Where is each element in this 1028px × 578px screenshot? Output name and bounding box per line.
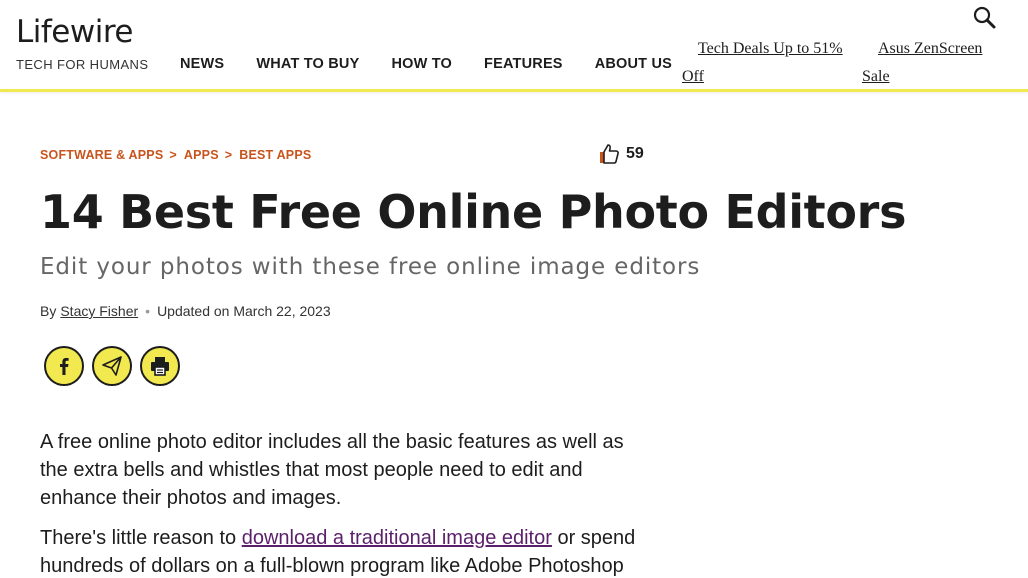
promo-link-asus-sale[interactable]: Asus ZenScreen Sale bbox=[862, 35, 1002, 91]
share-print-button[interactable] bbox=[140, 346, 180, 386]
article-body: A free online photo editor includes all … bbox=[40, 428, 650, 578]
promo-link-tech-deals[interactable]: Tech Deals Up to 51% Off bbox=[682, 35, 862, 91]
site-logo[interactable]: Lifewire bbox=[16, 14, 133, 50]
breadcrumb-separator: > bbox=[224, 148, 233, 162]
thumbs-up-icon bbox=[600, 144, 619, 164]
updated-date: Updated on March 22, 2023 bbox=[157, 303, 331, 319]
nav-what-to-buy[interactable]: WHAT TO BUY bbox=[256, 56, 359, 72]
byline-prefix: By bbox=[40, 303, 57, 319]
article-subtitle: Edit your photos with these free online … bbox=[40, 254, 701, 280]
search-button[interactable] bbox=[972, 5, 998, 31]
email-icon bbox=[102, 356, 122, 376]
article-title: 14 Best Free Online Photo Editors bbox=[40, 185, 907, 239]
breadcrumb-apps[interactable]: APPS bbox=[184, 148, 219, 162]
article-byline: By Stacy Fisher • Updated on March 22, 2… bbox=[40, 303, 331, 319]
search-icon bbox=[973, 6, 996, 29]
article-paragraph: There's little reason to download a trad… bbox=[40, 524, 650, 578]
article-paragraph: A free online photo editor includes all … bbox=[40, 431, 624, 509]
breadcrumb: SOFTWARE & APPS > APPS > BEST APPS bbox=[40, 148, 311, 162]
main-nav: NEWS WHAT TO BUY HOW TO FEATURES ABOUT U… bbox=[180, 56, 704, 72]
breadcrumb-separator: > bbox=[169, 148, 177, 162]
like-button[interactable]: 59 bbox=[598, 143, 644, 165]
print-icon bbox=[151, 357, 169, 376]
facebook-icon bbox=[60, 358, 69, 375]
inline-link-image-editor[interactable]: download a traditional image editor bbox=[242, 527, 552, 549]
like-count: 59 bbox=[626, 145, 644, 162]
author-link[interactable]: Stacy Fisher bbox=[60, 303, 138, 319]
nav-about-us[interactable]: ABOUT US bbox=[595, 56, 672, 72]
nav-features[interactable]: FEATURES bbox=[484, 56, 563, 72]
share-bar bbox=[44, 346, 188, 386]
share-facebook-button[interactable] bbox=[44, 346, 84, 386]
share-email-button[interactable] bbox=[92, 346, 132, 386]
header-accent-bar bbox=[0, 89, 1028, 92]
nav-news[interactable]: NEWS bbox=[180, 56, 224, 72]
nav-how-to[interactable]: HOW TO bbox=[391, 56, 452, 72]
site-tagline: TECH FOR HUMANS bbox=[16, 57, 149, 72]
site-header: Lifewire TECH FOR HUMANS NEWS WHAT TO BU… bbox=[0, 0, 1028, 90]
paragraph-text: There's little reason to bbox=[40, 527, 242, 549]
byline-dot: • bbox=[145, 303, 151, 319]
breadcrumb-software-apps[interactable]: SOFTWARE & APPS bbox=[40, 148, 163, 162]
breadcrumb-best-apps[interactable]: BEST APPS bbox=[239, 148, 311, 162]
